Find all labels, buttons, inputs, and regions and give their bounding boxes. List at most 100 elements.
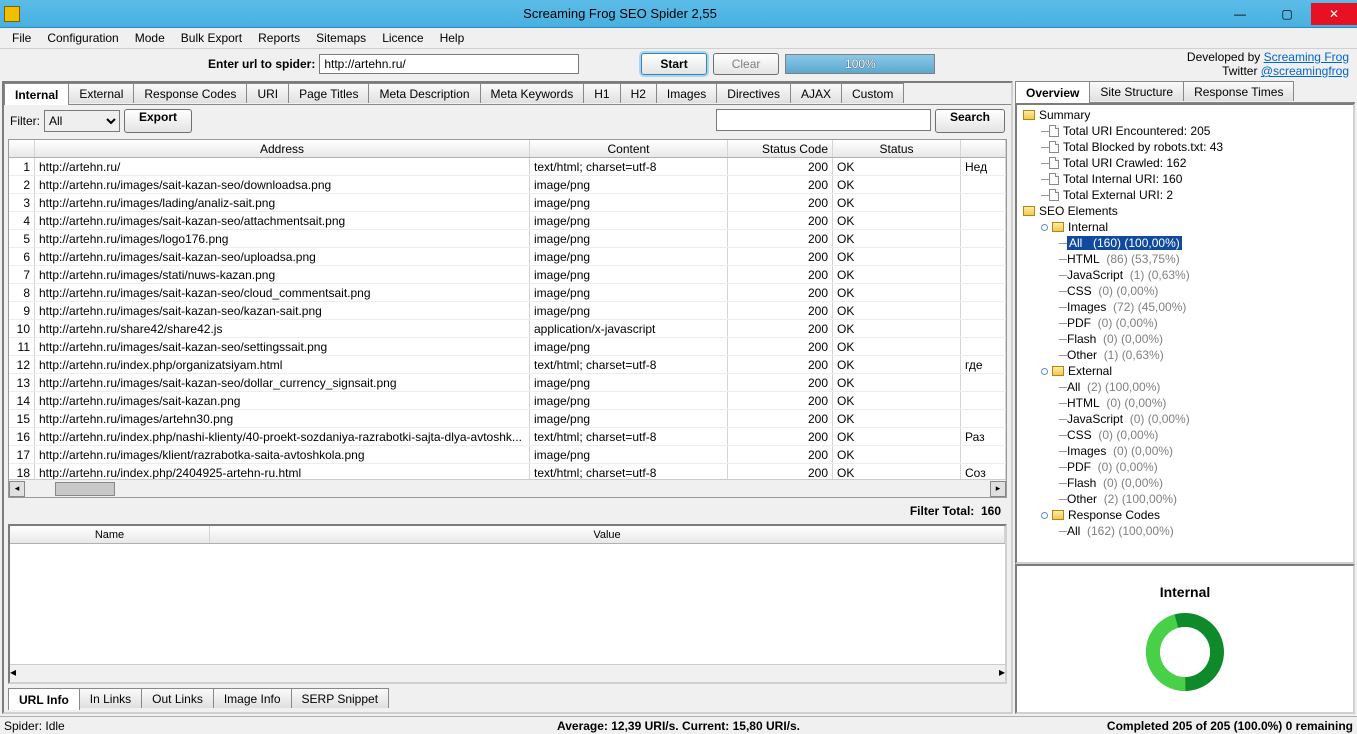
tree-item[interactable]: Flash (0) (0,00%) [1019, 475, 1351, 491]
scroll-thumb[interactable] [55, 482, 115, 496]
table-row[interactable]: 15http://artehn.ru/images/artehn30.pngim… [9, 410, 1006, 428]
tree-item[interactable]: All (162) (100,00%) [1019, 523, 1351, 539]
start-button[interactable]: Start [641, 53, 706, 75]
table-row[interactable]: 16http://artehn.ru/index.php/nashi-klien… [9, 428, 1006, 446]
tree-item[interactable]: CSS (0) (0,00%) [1019, 427, 1351, 443]
tree-response-codes[interactable]: Response Codes [1019, 507, 1351, 523]
table-row[interactable]: 8http://artehn.ru/images/sait-kazan-seo/… [9, 284, 1006, 302]
detail-col-value[interactable]: Value [210, 526, 1005, 543]
col-header-address[interactable]: Address [35, 140, 530, 157]
detail-tab-out-links[interactable]: Out Links [141, 688, 214, 708]
tree-item[interactable]: Total Blocked by robots.txt: 43 [1019, 139, 1351, 155]
table-row[interactable]: 9http://artehn.ru/images/sait-kazan-seo/… [9, 302, 1006, 320]
tree-item[interactable]: All (160) (100,00%) [1019, 235, 1351, 251]
tab-custom[interactable]: Custom [841, 83, 904, 103]
tab-images[interactable]: Images [656, 83, 717, 103]
right-tab-site-structure[interactable]: Site Structure [1089, 81, 1184, 101]
menu-bulk-export[interactable]: Bulk Export [173, 29, 250, 47]
table-row[interactable]: 17http://artehn.ru/images/klient/razrabo… [9, 446, 1006, 464]
table-row[interactable]: 12http://artehn.ru/index.php/organizatsi… [9, 356, 1006, 374]
filter-select[interactable]: All [44, 110, 120, 132]
menu-help[interactable]: Help [432, 29, 473, 47]
table-row[interactable]: 18http://artehn.ru/index.php/2404925-art… [9, 464, 1006, 479]
col-header-num[interactable] [9, 140, 35, 157]
tab-ajax[interactable]: AJAX [790, 83, 842, 103]
scroll-left-icon[interactable]: ◂ [9, 481, 25, 497]
tree-item[interactable]: Other (2) (100,00%) [1019, 491, 1351, 507]
tree-item[interactable]: JavaScript (1) (0,63%) [1019, 267, 1351, 283]
tree-item[interactable]: Total URI Crawled: 162 [1019, 155, 1351, 171]
tab-h2[interactable]: H2 [620, 83, 657, 103]
tree-seo-elements[interactable]: SEO Elements [1019, 203, 1351, 219]
table-row[interactable]: 11http://artehn.ru/images/sait-kazan-seo… [9, 338, 1006, 356]
detail-tab-image-info[interactable]: Image Info [213, 688, 292, 708]
menu-reports[interactable]: Reports [250, 29, 308, 47]
tree-item[interactable]: CSS (0) (0,00%) [1019, 283, 1351, 299]
col-header-status[interactable]: Status [833, 140, 961, 157]
detail-hscroll[interactable]: ◂ ▸ [10, 664, 1005, 682]
tab-uri[interactable]: URI [246, 83, 289, 103]
tree-item[interactable]: Total URI Encountered: 205 [1019, 123, 1351, 139]
export-button[interactable]: Export [124, 109, 192, 133]
tab-meta-description[interactable]: Meta Description [368, 83, 480, 103]
tree-external[interactable]: External [1019, 363, 1351, 379]
credits-link-1[interactable]: Screaming Frog [1264, 50, 1349, 64]
scroll-right-icon[interactable]: ▸ [999, 665, 1005, 682]
tree-item[interactable]: HTML (0) (0,00%) [1019, 395, 1351, 411]
col-header-extra[interactable] [961, 140, 1006, 157]
tree-item[interactable]: Total Internal URI: 160 [1019, 171, 1351, 187]
minimize-button[interactable]: — [1217, 3, 1263, 25]
col-header-content[interactable]: Content [530, 140, 728, 157]
tab-response-codes[interactable]: Response Codes [133, 83, 247, 103]
detail-tab-serp-snippet[interactable]: SERP Snippet [291, 688, 390, 708]
tree-summary[interactable]: Summary [1019, 107, 1351, 123]
table-row[interactable]: 13http://artehn.ru/images/sait-kazan-seo… [9, 374, 1006, 392]
tab-external[interactable]: External [68, 83, 134, 103]
scroll-right-icon[interactable]: ▸ [990, 481, 1006, 497]
detail-tab-in-links[interactable]: In Links [79, 688, 142, 708]
table-body[interactable]: 1http://artehn.ru/text/html; charset=utf… [9, 158, 1006, 479]
table-search-button[interactable]: Search [935, 109, 1005, 133]
table-row[interactable]: 4http://artehn.ru/images/sait-kazan-seo/… [9, 212, 1006, 230]
tree-item[interactable]: PDF (0) (0,00%) [1019, 315, 1351, 331]
expand-icon[interactable] [1041, 368, 1048, 375]
tree-internal[interactable]: Internal [1019, 219, 1351, 235]
credits-link-2[interactable]: @screamingfrog [1261, 64, 1349, 78]
table-search-input[interactable] [716, 109, 931, 131]
tree-item[interactable]: All (2) (100,00%) [1019, 379, 1351, 395]
tree-item[interactable]: HTML (86) (53,75%) [1019, 251, 1351, 267]
detail-tab-url-info[interactable]: URL Info [8, 688, 80, 710]
menu-licence[interactable]: Licence [374, 29, 431, 47]
tree-item[interactable]: JavaScript (0) (0,00%) [1019, 411, 1351, 427]
menu-sitemaps[interactable]: Sitemaps [308, 29, 374, 47]
table-row[interactable]: 10http://artehn.ru/share42/share42.jsapp… [9, 320, 1006, 338]
table-row[interactable]: 1http://artehn.ru/text/html; charset=utf… [9, 158, 1006, 176]
tree-item[interactable]: PDF (0) (0,00%) [1019, 459, 1351, 475]
tree-item[interactable]: Flash (0) (0,00%) [1019, 331, 1351, 347]
table-row[interactable]: 2http://artehn.ru/images/sait-kazan-seo/… [9, 176, 1006, 194]
menu-configuration[interactable]: Configuration [39, 29, 126, 47]
tab-directives[interactable]: Directives [716, 83, 791, 103]
tree-item[interactable]: Total External URI: 2 [1019, 187, 1351, 203]
expand-icon[interactable] [1041, 224, 1048, 231]
detail-col-name[interactable]: Name [10, 526, 210, 543]
table-row[interactable]: 7http://artehn.ru/images/stati/nuws-kaza… [9, 266, 1006, 284]
menu-file[interactable]: File [4, 29, 39, 47]
tab-h1[interactable]: H1 [583, 83, 620, 103]
clear-button[interactable]: Clear [713, 53, 780, 75]
right-tab-overview[interactable]: Overview [1015, 81, 1090, 103]
tree-item[interactable]: Other (1) (0,63%) [1019, 347, 1351, 363]
table-row[interactable]: 14http://artehn.ru/images/sait-kazan.png… [9, 392, 1006, 410]
table-hscroll[interactable]: ◂ ▸ [9, 479, 1006, 497]
right-tab-response-times[interactable]: Response Times [1183, 81, 1294, 101]
tree-item[interactable]: Images (72) (45,00%) [1019, 299, 1351, 315]
maximize-button[interactable]: ▢ [1264, 3, 1310, 25]
tab-page-titles[interactable]: Page Titles [288, 83, 369, 103]
expand-icon[interactable] [1041, 512, 1048, 519]
tab-meta-keywords[interactable]: Meta Keywords [480, 83, 585, 103]
url-input[interactable] [319, 54, 579, 74]
table-row[interactable]: 5http://artehn.ru/images/logo176.pngimag… [9, 230, 1006, 248]
close-button[interactable]: ✕ [1311, 3, 1357, 25]
tree-item[interactable]: Images (0) (0,00%) [1019, 443, 1351, 459]
table-row[interactable]: 6http://artehn.ru/images/sait-kazan-seo/… [9, 248, 1006, 266]
